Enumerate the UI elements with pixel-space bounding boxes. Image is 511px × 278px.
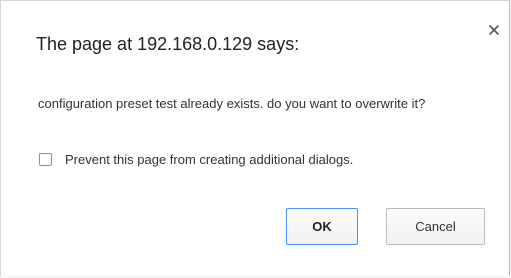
prevent-dialogs-checkbox[interactable] bbox=[39, 153, 52, 166]
close-icon bbox=[489, 25, 499, 35]
alert-dialog: The page at 192.168.0.129 says: configur… bbox=[0, 0, 510, 276]
prevent-dialogs-label: Prevent this page from creating addition… bbox=[65, 152, 354, 167]
prevent-dialogs-option[interactable]: Prevent this page from creating addition… bbox=[39, 152, 353, 167]
close-button[interactable] bbox=[486, 22, 502, 38]
dialog-title: The page at 192.168.0.129 says: bbox=[36, 34, 300, 54]
dialog-message: configuration preset test already exists… bbox=[38, 96, 426, 111]
cancel-button[interactable]: Cancel bbox=[386, 208, 485, 245]
ok-button[interactable]: OK bbox=[286, 208, 358, 245]
